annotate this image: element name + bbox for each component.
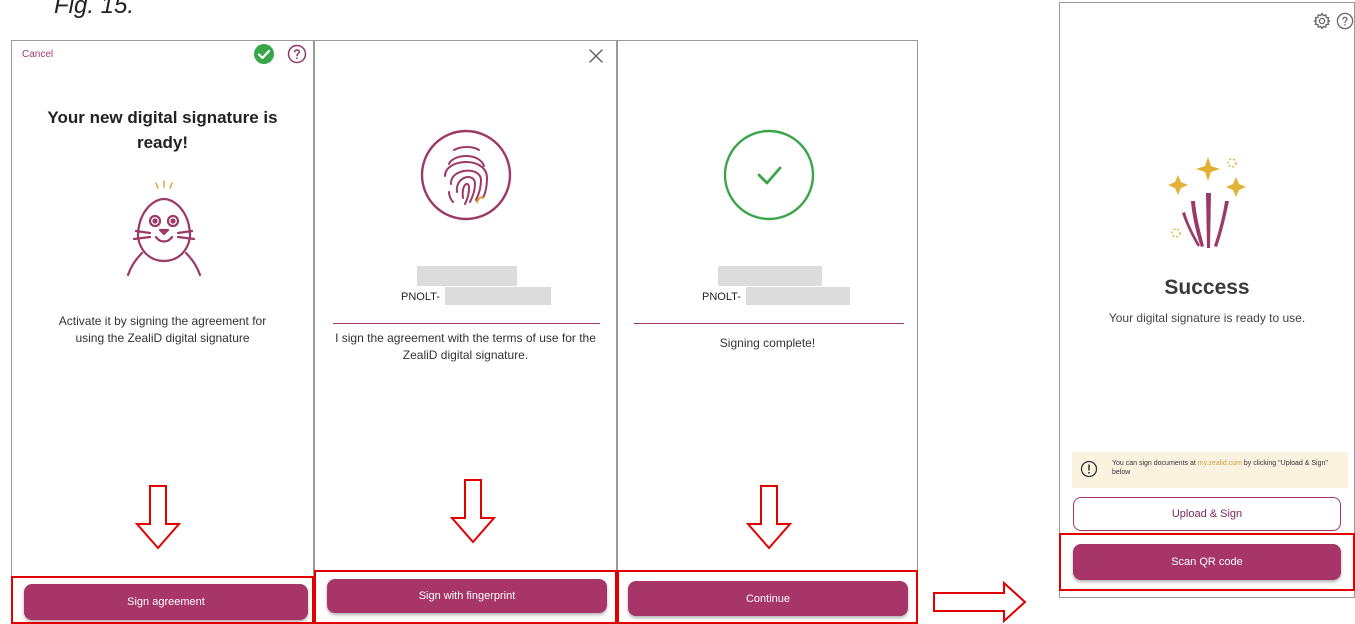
screen-signing-complete: PNOLT- Signing complete! Continue xyxy=(617,40,918,624)
redacted-id xyxy=(746,287,850,305)
highlight-box xyxy=(11,576,314,624)
close-icon[interactable] xyxy=(587,47,605,65)
notice-text: You can sign documents at xyxy=(1112,460,1198,467)
highlight-box xyxy=(617,570,918,624)
page-title: Your new digital signature is ready! xyxy=(47,108,278,152)
help-icon[interactable] xyxy=(287,44,307,64)
redacted-id xyxy=(445,287,551,305)
seal-mascot-icon xyxy=(126,180,202,277)
status-text: Signing complete! xyxy=(719,336,816,350)
zealid-link[interactable]: my.zealid.com xyxy=(1198,460,1242,467)
info-notice: You can sign documents at my.zealid.com … xyxy=(1072,452,1348,488)
figure-caption: Fig. 15. xyxy=(54,0,135,19)
highlight-box xyxy=(314,570,617,624)
highlight-box xyxy=(1059,533,1355,591)
cancel-link[interactable]: Cancel xyxy=(22,49,53,60)
divider xyxy=(634,323,904,324)
down-arrow-annotation xyxy=(746,485,792,550)
success-title: Success xyxy=(1164,276,1250,299)
screen-signature-ready: Cancel Your new digital signature is rea… xyxy=(11,40,314,624)
success-subtitle: Your digital signature is ready to use. xyxy=(1108,311,1306,325)
redacted-name xyxy=(417,266,517,286)
check-circle-icon xyxy=(254,44,274,64)
success-check-icon xyxy=(723,129,815,221)
divider xyxy=(333,323,600,324)
personal-id-prefix: PNOLT- xyxy=(702,291,741,303)
down-arrow-annotation xyxy=(450,479,496,544)
help-icon[interactable] xyxy=(1336,12,1354,30)
upload-and-sign-button[interactable]: Upload & Sign xyxy=(1073,497,1341,531)
fingerprint-icon xyxy=(420,129,512,221)
personal-id-prefix: PNOLT- xyxy=(401,291,440,303)
agreement-text: I sign the agreement with the terms of u… xyxy=(335,331,596,362)
instruction-text: Activate it by signing the agreement for… xyxy=(58,314,267,345)
settings-icon[interactable] xyxy=(1313,12,1331,30)
celebration-icon xyxy=(1168,157,1246,248)
info-icon xyxy=(1080,460,1098,478)
screen-success: Success Your digital signature is ready … xyxy=(1059,2,1355,598)
redacted-name xyxy=(718,266,822,286)
down-arrow-annotation xyxy=(135,485,181,550)
screen-sign-fingerprint: PNOLT- I sign the agreement with the ter… xyxy=(314,40,617,624)
right-arrow-annotation xyxy=(933,580,1027,624)
